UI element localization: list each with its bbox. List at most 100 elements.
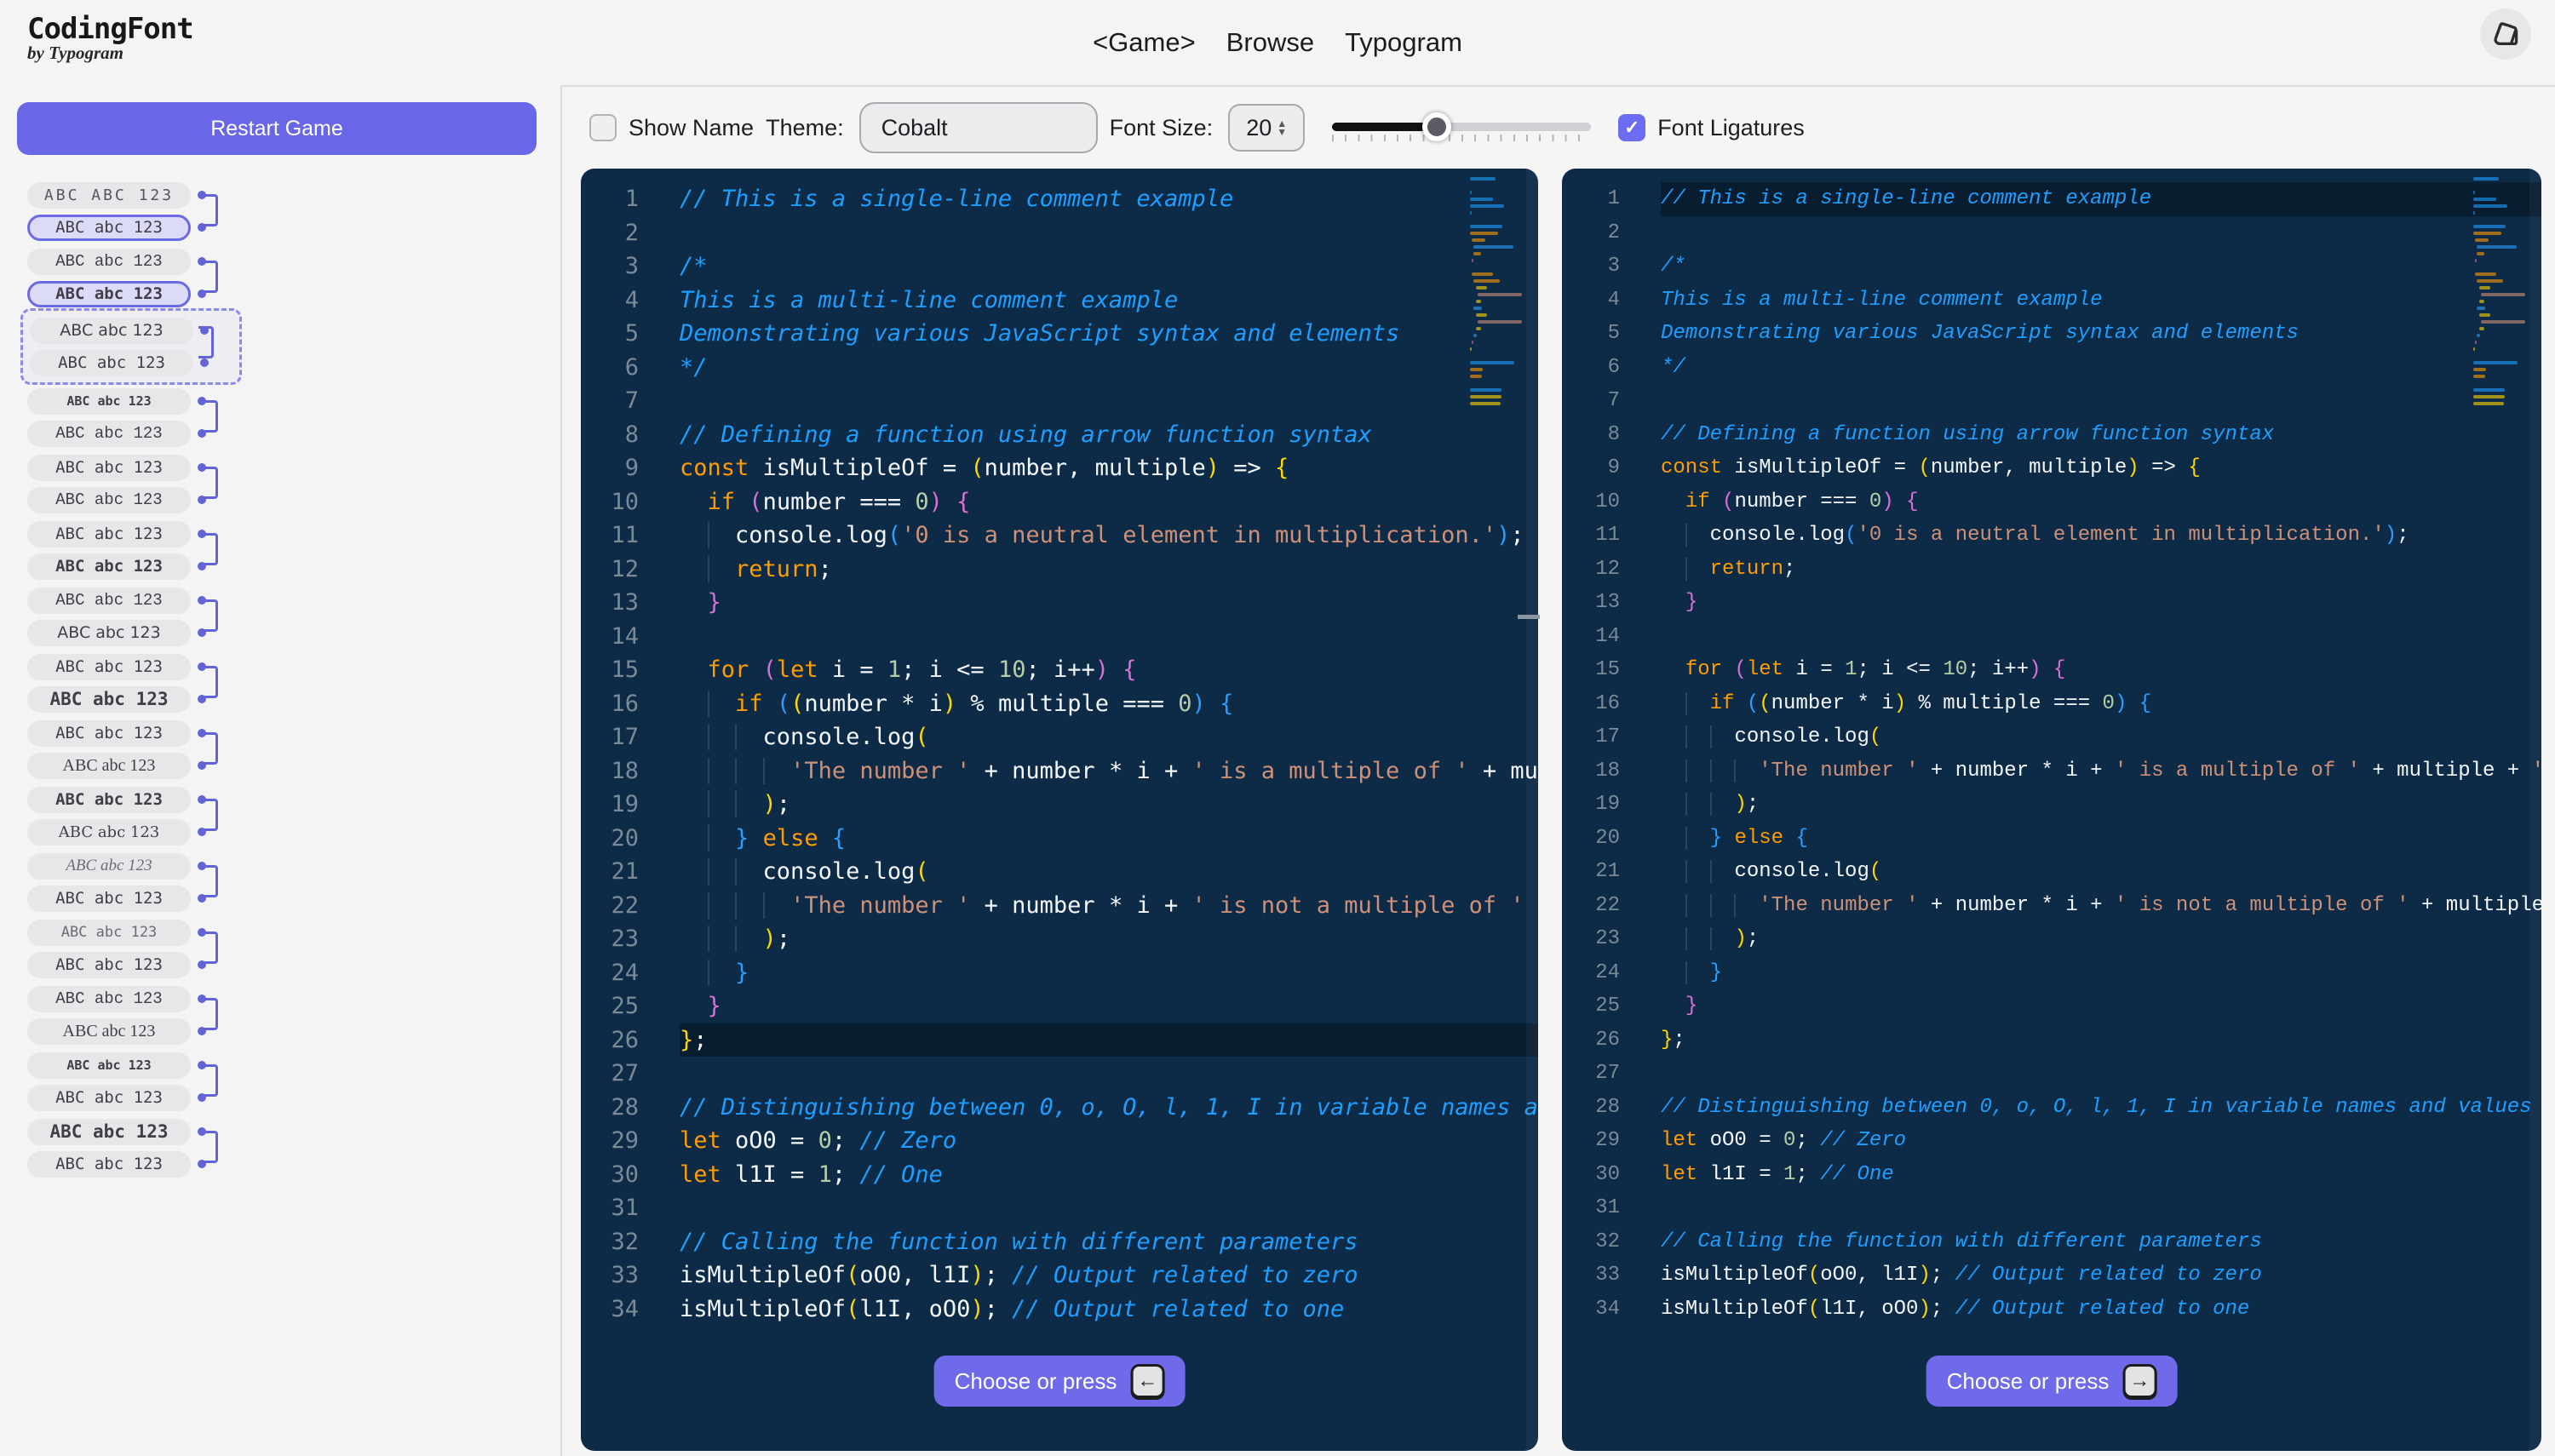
font-pill[interactable]: ABC abc 123 [27,719,191,747]
font-pill[interactable]: ABC abc 123 [27,653,191,680]
code-line: 16 if ((number * i) % multiple === 0) { [1562,687,2541,721]
nav-game[interactable]: <Game> [1093,27,1196,58]
panel-divider-handle[interactable] [1518,615,1540,619]
restart-game-button[interactable]: Restart Game [17,102,537,155]
font-pill[interactable]: ABC abc 123 [27,752,191,779]
scrollbar-left[interactable] [1526,169,1538,1451]
line-number: 30 [611,1161,639,1188]
line-number: 17 [1595,725,1620,748]
font-pill[interactable]: ABC abc 123 [27,951,191,978]
code-line: 7 [581,384,1538,418]
font-size-input[interactable]: 20 ▲ ▼ [1228,104,1306,152]
slider-track[interactable] [1332,123,1592,131]
font-pill[interactable]: ABC abc 123 [27,619,191,646]
bracket-pair: ABC abc 123 ABC abc 123 [27,1049,560,1114]
line-text [1661,384,2541,418]
font-pill[interactable]: ABC abc 123 [27,818,191,846]
bracket-pair: ABC abc 123 ABC abc 123 [27,518,560,582]
color-swatches-button[interactable] [2480,9,2531,60]
font-pill[interactable]: ABC abc 123 [27,985,191,1012]
line-text: } [680,956,1538,990]
code-panel-right[interactable]: 1 // This is a single-line comment exampl… [1562,169,2541,1451]
code-line: 22 'The number ' + number * i + ' is not… [581,889,1538,923]
minimap-line [2478,327,2484,330]
minimap-line [2473,218,2524,221]
bracket-pair: ABC abc 123 ABC abc 123 [27,584,560,649]
font-pill[interactable]: ABC abc 123 [27,1052,191,1079]
chevron-down-icon[interactable]: ▼ [1277,127,1287,137]
left-arrow-key-icon: ← [1130,1364,1165,1398]
line-text: /* [680,253,708,279]
code-line: 19 ); [581,788,1538,822]
font-pill[interactable]: ABC abc 123 [27,885,191,912]
font-pill[interactable]: ABC abc 123 [27,486,191,513]
line-number: 29 [611,1127,639,1154]
font-pill[interactable]: ABC abc 123 [27,387,191,415]
font-pill[interactable]: ABC abc 123 [30,349,193,376]
minimap-line [2473,395,2506,398]
font-pill[interactable]: ABC abc 123 [27,587,191,614]
scrollbar-right[interactable] [2529,169,2541,1451]
line-number: 16 [1595,691,1620,715]
font-pill[interactable]: ABC abc 123 [27,520,191,547]
code-line: 8 // Defining a function using arrow func… [1562,418,2541,452]
minimap-line [2478,300,2484,303]
minimap-left[interactable] [1470,177,1522,405]
font-pill[interactable]: ABC abc 123 [27,685,191,713]
line-text [1661,1057,2541,1091]
line-text: if (number === 0) { [707,488,971,515]
line-number: 2 [624,219,639,246]
choose-left-button[interactable]: Choose or press ← [933,1356,1186,1407]
slider-thumb[interactable] [1421,112,1451,141]
font-pill[interactable]: ABC abc 123 [27,454,191,481]
line-text: } [707,589,721,616]
font-pill[interactable]: ABC ABC 123 [27,181,191,209]
minimap-line [1470,402,1501,405]
minimap-line [2478,286,2491,289]
bracket-connector [203,998,218,1030]
font-pill[interactable]: ABC abc 123 [27,786,191,813]
line-text: ); [680,788,1538,822]
nav-browse[interactable]: Browse [1226,27,1314,58]
font-pill[interactable]: ABC abc 123 [27,280,191,307]
minimap-line [2473,381,2524,385]
font-pill[interactable]: ABC abc 123 [27,852,191,880]
code-line: 17 console.log( [1562,720,2541,754]
show-name-checkbox[interactable] [589,114,617,141]
line-text: } [1685,591,1698,614]
logo[interactable]: CodingFont by Typogram [27,12,194,64]
font-pill[interactable]: ABC abc 123 [27,553,191,580]
minimap-line [2480,320,2525,324]
minimap-right[interactable] [2473,177,2525,405]
minimap-line [2473,375,2486,378]
bracket-row: ABC abc 123 [27,783,560,816]
bracket-pair: ABC abc 123 ABC abc 123 [27,850,560,914]
show-name-label: Show Name [629,114,755,140]
font-ligatures-checkbox[interactable]: ✓ [1618,114,1646,141]
font-pill[interactable]: ABC abc 123 [27,1084,191,1111]
line-text: }; [1661,1028,1685,1052]
code-line: 10 if (number === 0) { [581,485,1538,519]
choose-right-button[interactable]: Choose or press → [1926,1356,2178,1407]
font-pill[interactable]: ABC abc 123 [30,317,193,344]
font-size-slider[interactable] [1332,111,1592,145]
line-text: // Calling the function with different p… [680,1228,1358,1255]
code-panel-left[interactable]: 1 // This is a single-line comment exampl… [581,169,1538,1451]
font-pill[interactable]: ABC abc 123 [27,1017,191,1045]
code-line: 26}; [1562,1023,2541,1058]
nav-typogram[interactable]: Typogram [1345,27,1462,58]
font-pill[interactable]: ABC abc 123 [27,420,191,447]
line-number: 15 [611,656,639,683]
font-pill[interactable]: ABC abc 123 [27,919,191,946]
font-pill[interactable]: ABC abc 123 [27,1118,191,1145]
minimap-line [2477,252,2484,255]
line-text: return; [680,553,1538,587]
font-pill[interactable]: ABC abc 123 [27,248,191,275]
font-pill[interactable]: ABC abc 123 [27,1150,191,1178]
theme-select[interactable]: Cobalt [858,102,1098,153]
minimap-line [2473,266,2524,269]
font-pill[interactable]: ABC abc 123 [27,214,191,241]
bracket-pair: ABC ABC 123 ABC abc 123 [27,179,560,244]
stepper-icons[interactable]: ▲ ▼ [1277,118,1287,137]
minimap-line [1470,266,1521,269]
